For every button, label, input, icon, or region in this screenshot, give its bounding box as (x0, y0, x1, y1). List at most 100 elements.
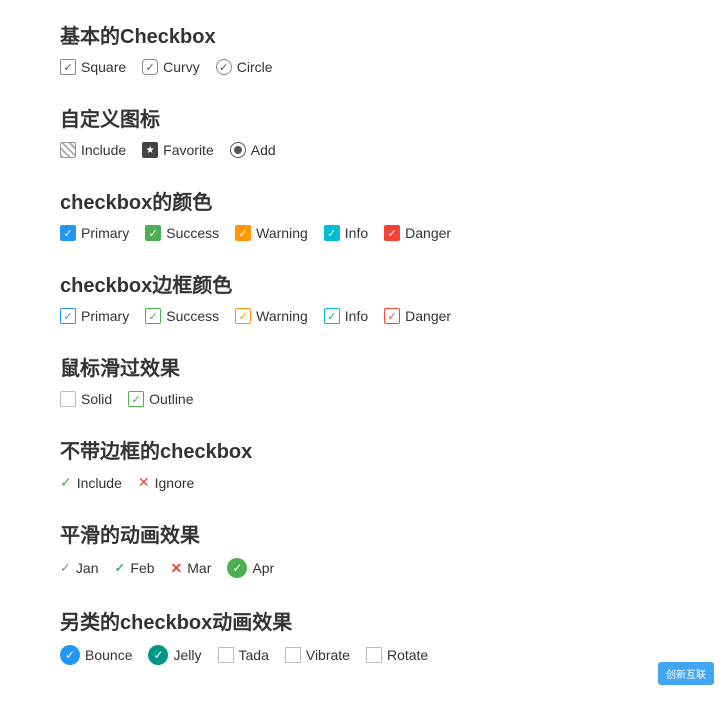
cb-label-border-danger: Danger (405, 308, 451, 324)
cb-outline[interactable]: ✓ Outline (128, 391, 193, 407)
cb-success[interactable]: ✓ Success (145, 225, 219, 241)
title-checkbox-color: checkbox的颜色 (60, 186, 666, 215)
cb-mar[interactable]: ✕ Mar (171, 560, 212, 577)
section-smooth-animation: 平滑的动画效果 ✓ Jan ✓ Feb ✕ Mar ✓ Apr (60, 519, 666, 578)
cb-label-mar: Mar (187, 560, 211, 576)
mar-cross-icon: ✕ (171, 560, 183, 577)
bounce-circle-icon: ✓ (60, 645, 80, 665)
cb-label-include: Include (81, 142, 126, 158)
cb-add[interactable]: Add (230, 142, 276, 158)
title-no-border: 不带边框的checkbox (60, 435, 666, 464)
cb-danger[interactable]: ✓ Danger (384, 225, 451, 241)
cb-jan[interactable]: ✓ Jan (60, 560, 98, 576)
cb-box-info: ✓ (324, 225, 340, 241)
nobox-check-icon: ✓ (60, 474, 72, 491)
title-other-animation: 另类的checkbox动画效果 (60, 606, 666, 635)
row-hover-effect: Solid ✓ Outline (60, 391, 666, 407)
cb-warning[interactable]: ✓ Warning (235, 225, 308, 241)
cb-nobox-include[interactable]: ✓ Include (60, 474, 122, 491)
cb-box-outline: ✓ (128, 391, 144, 407)
cb-square[interactable]: ✓ Square (60, 59, 126, 75)
cb-label-tada: Tada (239, 647, 269, 663)
cb-label-add: Add (251, 142, 276, 158)
radio-inner-dot (234, 146, 242, 154)
cb-label-nobox-include: Include (77, 475, 122, 491)
title-basic-checkbox: 基本的Checkbox (60, 20, 666, 49)
cb-label-info: Info (345, 225, 368, 241)
row-border-color: ✓ Primary ✓ Success ✓ Warning ✓ Info ✓ D… (60, 308, 666, 324)
section-basic-checkbox: 基本的Checkbox ✓ Square ✓ Curvy ✓ Circle (60, 20, 666, 75)
title-hover-effect: 鼠标滑过效果 (60, 352, 666, 381)
cb-rotate[interactable]: Rotate (366, 647, 428, 663)
cb-label-border-info: Info (345, 308, 368, 324)
cb-box-add (230, 142, 246, 158)
cb-label-outline: Outline (149, 391, 193, 407)
cb-apr[interactable]: ✓ Apr (227, 558, 274, 578)
cb-box-danger: ✓ (384, 225, 400, 241)
row-other-animation: ✓ Bounce ✓ Jelly Tada Vibrate Rotate (60, 645, 666, 665)
cb-info[interactable]: ✓ Info (324, 225, 368, 241)
cb-label-solid: Solid (81, 391, 112, 407)
cb-box-solid (60, 391, 76, 407)
cb-label-nobox-ignore: Ignore (155, 475, 195, 491)
cb-label-square: Square (81, 59, 126, 75)
cb-border-info[interactable]: ✓ Info (324, 308, 368, 324)
cb-solid[interactable]: Solid (60, 391, 112, 407)
watermark: 创新互联 (658, 662, 714, 685)
cb-include[interactable]: Include (60, 142, 126, 158)
cb-box-border-danger: ✓ (384, 308, 400, 324)
cb-label-warning: Warning (256, 225, 308, 241)
cb-tada[interactable]: Tada (218, 647, 269, 663)
cb-border-success[interactable]: ✓ Success (145, 308, 219, 324)
title-border-color: checkbox边框颜色 (60, 269, 666, 298)
row-smooth-animation: ✓ Jan ✓ Feb ✕ Mar ✓ Apr (60, 558, 666, 578)
cb-label-border-warning: Warning (256, 308, 308, 324)
apr-circle-icon: ✓ (227, 558, 247, 578)
cb-label-border-success: Success (166, 308, 219, 324)
cb-vibrate[interactable]: Vibrate (285, 647, 350, 663)
section-custom-icon: 自定义图标 Include ★ Favorite Add (60, 103, 666, 158)
cb-label-feb: Feb (130, 560, 154, 576)
row-checkbox-color: ✓ Primary ✓ Success ✓ Warning ✓ Info ✓ D… (60, 225, 666, 241)
cb-label-vibrate: Vibrate (306, 647, 350, 663)
cb-nobox-ignore[interactable]: ✕ Ignore (138, 474, 194, 491)
cb-jelly[interactable]: ✓ Jelly (148, 645, 201, 665)
cb-label-apr: Apr (252, 560, 274, 576)
cb-label-primary: Primary (81, 225, 129, 241)
tada-empty-box (218, 647, 234, 663)
cb-primary[interactable]: ✓ Primary (60, 225, 129, 241)
section-no-border: 不带边框的checkbox ✓ Include ✕ Ignore (60, 435, 666, 491)
cb-label-rotate: Rotate (387, 647, 428, 663)
cb-bounce[interactable]: ✓ Bounce (60, 645, 132, 665)
row-custom-icon: Include ★ Favorite Add (60, 142, 666, 158)
cb-box-border-info: ✓ (324, 308, 340, 324)
vibrate-empty-box (285, 647, 301, 663)
row-basic-checkbox: ✓ Square ✓ Curvy ✓ Circle (60, 59, 666, 75)
cb-favorite[interactable]: ★ Favorite (142, 142, 214, 158)
cb-box-curvy: ✓ (142, 59, 158, 75)
cb-label-circle: Circle (237, 59, 273, 75)
title-custom-icon: 自定义图标 (60, 103, 666, 132)
cb-label-favorite: Favorite (163, 142, 214, 158)
cb-label-jan: Jan (76, 560, 99, 576)
cb-label-danger: Danger (405, 225, 451, 241)
section-checkbox-color: checkbox的颜色 ✓ Primary ✓ Success ✓ Warnin… (60, 186, 666, 241)
cb-border-danger[interactable]: ✓ Danger (384, 308, 451, 324)
cb-circle[interactable]: ✓ Circle (216, 59, 273, 75)
cb-label-border-primary: Primary (81, 308, 129, 324)
cb-border-warning[interactable]: ✓ Warning (235, 308, 308, 324)
row-no-border: ✓ Include ✕ Ignore (60, 474, 666, 491)
cb-border-primary[interactable]: ✓ Primary (60, 308, 129, 324)
cb-box-include (60, 142, 76, 158)
cb-feb[interactable]: ✓ Feb (114, 560, 154, 576)
cb-label-bounce: Bounce (85, 647, 132, 663)
section-hover-effect: 鼠标滑过效果 Solid ✓ Outline (60, 352, 666, 407)
cb-box-warning: ✓ (235, 225, 251, 241)
section-other-animation: 另类的checkbox动画效果 ✓ Bounce ✓ Jelly Tada Vi… (60, 606, 666, 665)
cb-label-success: Success (166, 225, 219, 241)
cb-box-border-primary: ✓ (60, 308, 76, 324)
cb-label-curvy: Curvy (163, 59, 200, 75)
cb-curvy[interactable]: ✓ Curvy (142, 59, 200, 75)
title-smooth-animation: 平滑的动画效果 (60, 519, 666, 548)
cb-box-success: ✓ (145, 225, 161, 241)
